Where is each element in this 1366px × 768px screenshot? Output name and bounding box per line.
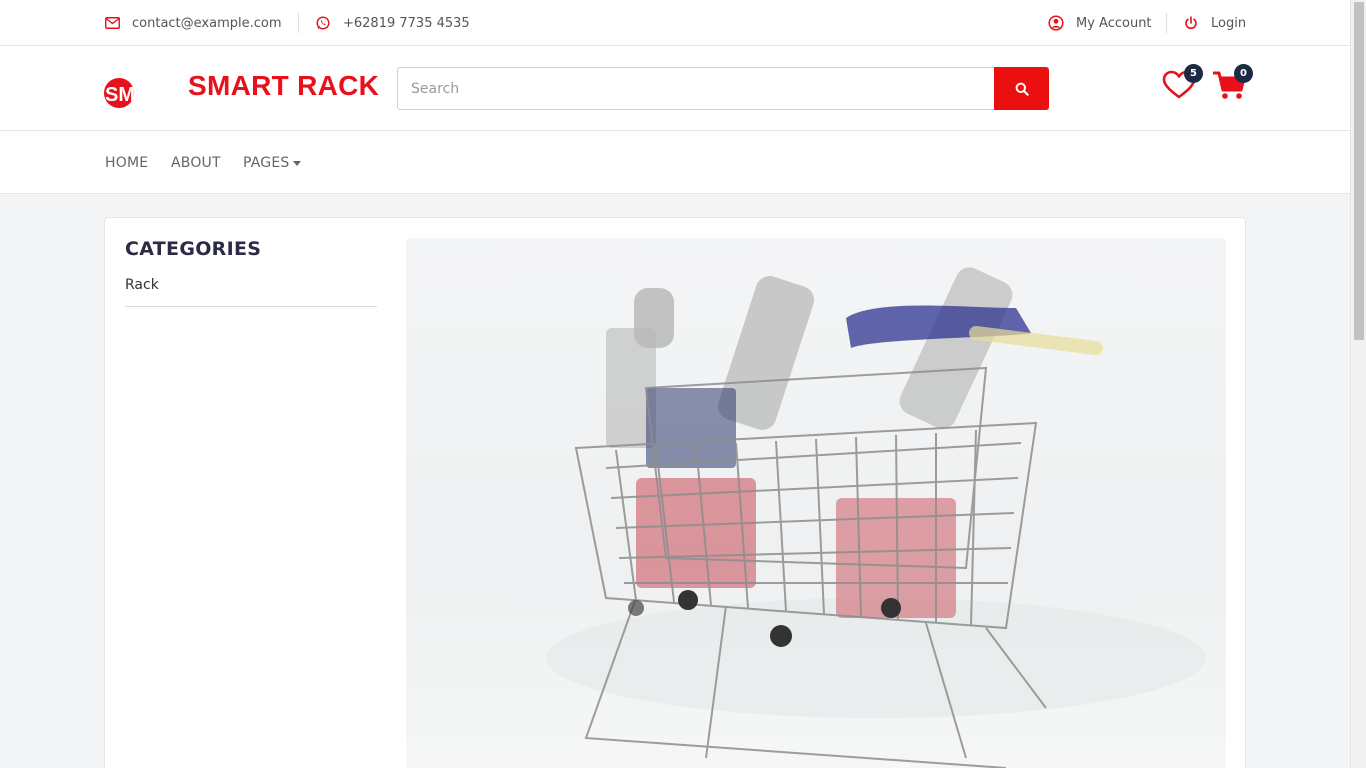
- cart-count-badge: 0: [1234, 64, 1253, 83]
- email-link[interactable]: contact@example.com: [104, 0, 282, 46]
- whatsapp-icon: [315, 15, 331, 31]
- category-item-rack[interactable]: Rack: [125, 277, 377, 307]
- caret-down-icon: [293, 160, 302, 166]
- login-link[interactable]: Login: [1183, 0, 1246, 46]
- login-label: Login: [1211, 15, 1247, 31]
- nav-about[interactable]: ABOUT: [171, 131, 221, 194]
- page-scrollbar[interactable]: [1350, 0, 1366, 768]
- shopping-cart-illustration: [546, 267, 1206, 768]
- divider: [1166, 13, 1167, 33]
- site-header: SMART SMART RACK 5 0: [0, 46, 1350, 131]
- categories-title: CATEGORIES: [125, 238, 262, 260]
- search-button[interactable]: [994, 67, 1049, 110]
- top-bar: contact@example.com +62819 7735 4535 My …: [0, 0, 1350, 46]
- content-card: CATEGORIES Rack: [104, 217, 1246, 768]
- divider: [298, 13, 299, 33]
- email-text: contact@example.com: [132, 15, 282, 31]
- phone-text: +62819 7735 4535: [343, 15, 470, 31]
- my-account-link[interactable]: My Account: [1048, 0, 1152, 46]
- power-icon: [1183, 15, 1199, 31]
- user-circle-icon: [1048, 15, 1064, 31]
- cart-button[interactable]: 0: [1213, 64, 1253, 104]
- scrollbar-thumb[interactable]: [1354, 2, 1364, 340]
- logo-text: SMART: [105, 84, 176, 106]
- search-input[interactable]: [397, 67, 995, 110]
- account-label: My Account: [1076, 15, 1152, 31]
- phone-link[interactable]: +62819 7735 4535: [315, 0, 470, 46]
- nav-pages-label: PAGES: [243, 154, 290, 171]
- envelope-icon: [104, 15, 120, 31]
- nav-home[interactable]: HOME: [105, 131, 148, 194]
- main-nav: HOME ABOUT PAGES: [0, 131, 1350, 194]
- hero-image: [406, 238, 1226, 768]
- wishlist-button[interactable]: 5: [1162, 64, 1203, 104]
- nav-pages-dropdown[interactable]: PAGES: [243, 131, 302, 194]
- search-icon: [1015, 82, 1029, 96]
- brand-name[interactable]: SMART RACK: [188, 70, 379, 102]
- wishlist-count-badge: 5: [1184, 64, 1203, 83]
